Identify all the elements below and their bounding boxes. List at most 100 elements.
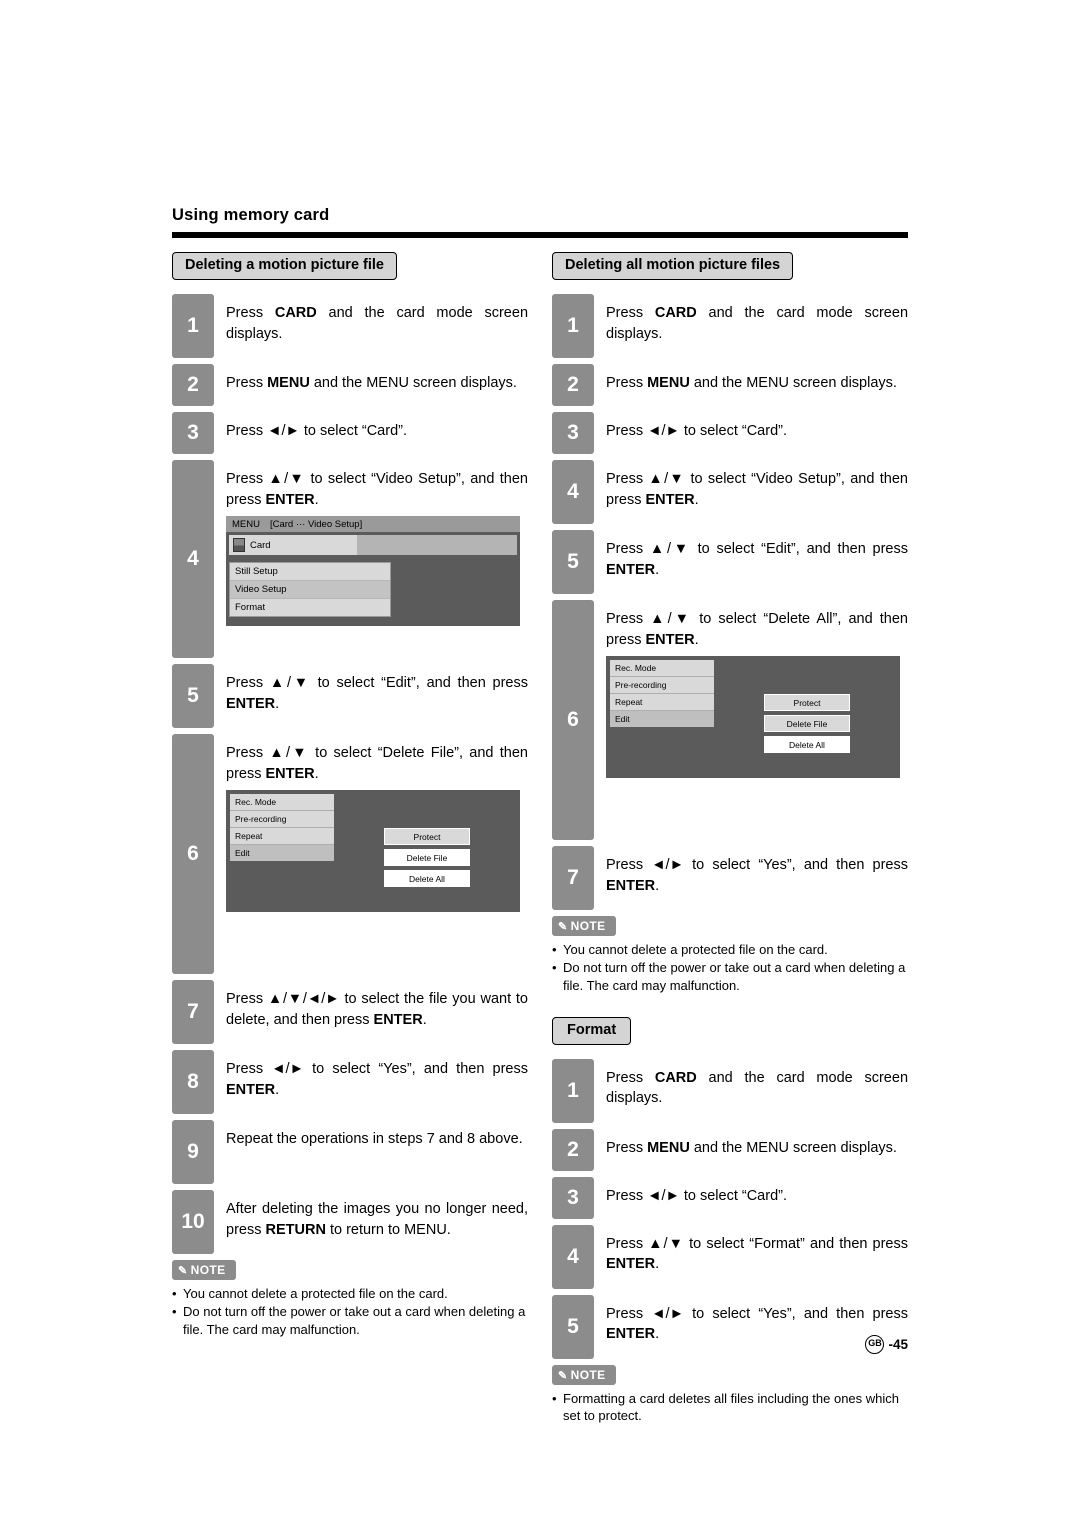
format-note-block: ✎NOTE Formatting a card deletes all file… (552, 1364, 908, 1425)
note-badge: ✎ NOTE (172, 1259, 236, 1280)
format-steps: 1 Press CARD and the card mode screen di… (552, 1058, 908, 1359)
step-item-with-osd: 6 Press ▲/▼ to select “Delete All”, and … (552, 599, 908, 840)
osd-edit-right-list: Protect Delete File Delete All (384, 828, 470, 891)
osd-card-row[interactable]: Card (229, 535, 357, 556)
step-text: Press CARD and the card mode screen disp… (606, 304, 909, 342)
step-text: Press CARD and the card mode screen disp… (226, 304, 529, 342)
osd-item-rec-mode[interactable]: Rec. Mode (230, 794, 334, 812)
note-badge: ✎ NOTE (552, 1364, 616, 1385)
step-text: Press ▲/▼/◄/► to select the file you wan… (226, 990, 528, 1028)
step-item: 5 Press ◄/► to select “Yes”, and then pr… (552, 1294, 908, 1359)
osd-item-pre-recording[interactable]: Pre-recording (610, 677, 714, 695)
step-text: After deleting the images you no longer … (226, 1200, 528, 1238)
osd-item-delete-file[interactable]: Delete File (384, 849, 470, 867)
pencil-icon: ✎ (558, 1369, 568, 1382)
header-rule (172, 232, 908, 238)
osd-item-repeat[interactable]: Repeat (610, 694, 714, 712)
step-number: 1 (552, 1058, 594, 1123)
step-number: 6 (172, 733, 214, 974)
osd-item-delete-file[interactable]: Delete File (764, 715, 850, 733)
step-text: Press ▲/▼ to select “Format” and then pr… (606, 1235, 908, 1273)
step-item: 10 After deleting the images you no long… (172, 1189, 528, 1254)
osd-edit-left-list: Rec. Mode Pre-recording Repeat Edit (610, 660, 714, 728)
step-text: Press ◄/► to select “Yes”, and then pres… (606, 856, 908, 894)
note-label: NOTE (570, 1367, 606, 1382)
step-item: 2 Press MENU and the MENU screen display… (172, 363, 528, 406)
note-item: Formatting a card deletes all files incl… (552, 1390, 908, 1425)
step-item: 2 Press MENU and the MENU screen display… (552, 363, 908, 406)
step-item: 7 Press ▲/▼/◄/► to select the file you w… (172, 979, 528, 1044)
osd-edit-left-list: Rec. Mode Pre-recording Repeat Edit (230, 794, 334, 862)
step-text: Repeat the operations in steps 7 and 8 a… (226, 1130, 523, 1147)
step-item: 3 Press ◄/► to select “Card”. (552, 411, 908, 454)
note-list: Formatting a card deletes all files incl… (552, 1390, 908, 1425)
step-item: 5 Press ▲/▼ to select “Edit”, and then p… (552, 529, 908, 594)
step-number: 7 (552, 845, 594, 910)
step-item-with-osd: 6 Press ▲/▼ to select “Delete File”, and… (172, 733, 528, 974)
step-text: Press MENU and the MENU screen displays. (606, 1139, 897, 1156)
osd-item-edit[interactable]: Edit (230, 845, 334, 862)
osd-list-item-format[interactable]: Format (230, 599, 390, 616)
osd-item-protect[interactable]: Protect (764, 694, 850, 712)
step-text: Press ▲/▼ to select “Edit”, and then pre… (226, 674, 528, 712)
note-badge: ✎ NOTE (552, 915, 616, 936)
right-steps: 1 Press CARD and the card mode screen di… (552, 293, 909, 910)
osd-item-delete-all[interactable]: Delete All (384, 870, 470, 888)
step-item: 7 Press ◄/► to select “Yes”, and then pr… (552, 845, 908, 910)
step-text: Press MENU and the MENU screen displays. (606, 374, 897, 391)
step-number: 4 (552, 1224, 594, 1289)
osd-item-repeat[interactable]: Repeat (230, 828, 334, 846)
step-item: 1 Press CARD and the card mode screen di… (552, 293, 909, 358)
osd-menu-path: [Card ··· Video Setup] (269, 518, 363, 530)
format-section: Format 1 Press CARD and the card mode sc… (552, 1016, 908, 1425)
step-number: 8 (172, 1049, 214, 1114)
note-list: You cannot delete a protected file on th… (552, 941, 908, 995)
osd-item-delete-all[interactable]: Delete All (764, 736, 850, 754)
step-item: 2 Press MENU and the MENU screen display… (552, 1128, 908, 1171)
right-column: Deleting all motion picture files 1 Pres… (552, 252, 908, 1426)
step-number: 3 (552, 411, 594, 454)
step-item-with-osd: 4 Press ▲/▼ to select “Video Setup”, and… (172, 459, 528, 658)
osd-item-edit[interactable]: Edit (610, 711, 714, 728)
step-number: 5 (552, 529, 594, 594)
running-head: Using memory card (172, 206, 330, 224)
step-text: Press ◄/► to select “Yes”, and then pres… (226, 1060, 528, 1098)
step-item: 5 Press ▲/▼ to select “Edit”, and then p… (172, 663, 528, 728)
osd-item-pre-recording[interactable]: Pre-recording (230, 811, 334, 829)
note-item: You cannot delete a protected file on th… (172, 1285, 528, 1303)
note-list: You cannot delete a protected file on th… (172, 1285, 528, 1339)
step-text: Press ◄/► to select “Card”. (606, 1187, 787, 1204)
osd-edit-screen: Rec. Mode Pre-recording Repeat Edit Prot… (606, 656, 900, 779)
note-label: NOTE (190, 1262, 226, 1277)
section-title-delete-all-motion-files: Deleting all motion picture files (552, 252, 794, 280)
right-note-block: ✎NOTE You cannot delete a protected file… (552, 915, 908, 995)
manual-page: Using memory card Deleting a motion pict… (0, 0, 1080, 1528)
osd-card-label: Card (250, 539, 271, 551)
step-item: 9 Repeat the operations in steps 7 and 8… (172, 1119, 528, 1184)
step-number: 3 (172, 411, 214, 454)
step-number: 9 (172, 1119, 214, 1184)
step-text: Press ▲/▼ to select “Delete All”, and th… (606, 610, 908, 648)
step-number: 7 (172, 979, 214, 1044)
section-title-format: Format (552, 1016, 632, 1045)
step-item: 1 Press CARD and the card mode screen di… (552, 1058, 908, 1123)
step-text: Press ▲/▼ to select “Video Setup”, and t… (226, 470, 528, 508)
osd-card-row-bg (357, 535, 517, 556)
pencil-icon: ✎ (178, 1264, 188, 1277)
osd-item-rec-mode[interactable]: Rec. Mode (610, 660, 714, 678)
osd-list-item-still-setup[interactable]: Still Setup (230, 563, 390, 582)
step-number: 1 (552, 293, 594, 358)
step-text: Press ▲/▼ to select “Delete File”, and t… (226, 744, 528, 782)
note-item: Do not turn off the power or take out a … (552, 959, 908, 994)
osd-item-protect[interactable]: Protect (384, 828, 470, 846)
step-item: 3 Press ◄/► to select “Card”. (172, 411, 528, 454)
osd-list-item-video-setup[interactable]: Video Setup (230, 581, 390, 600)
note-label: NOTE (570, 918, 606, 933)
step-number: 2 (172, 363, 214, 406)
step-number: 5 (172, 663, 214, 728)
left-steps: 1 Press CARD and the card mode screen di… (172, 293, 529, 1254)
step-number: 2 (552, 363, 594, 406)
step-number: 10 (172, 1189, 214, 1254)
step-text: Press ▲/▼ to select “Video Setup”, and t… (606, 470, 908, 508)
left-column: Deleting a motion picture file 1 Press C… (172, 252, 528, 1340)
